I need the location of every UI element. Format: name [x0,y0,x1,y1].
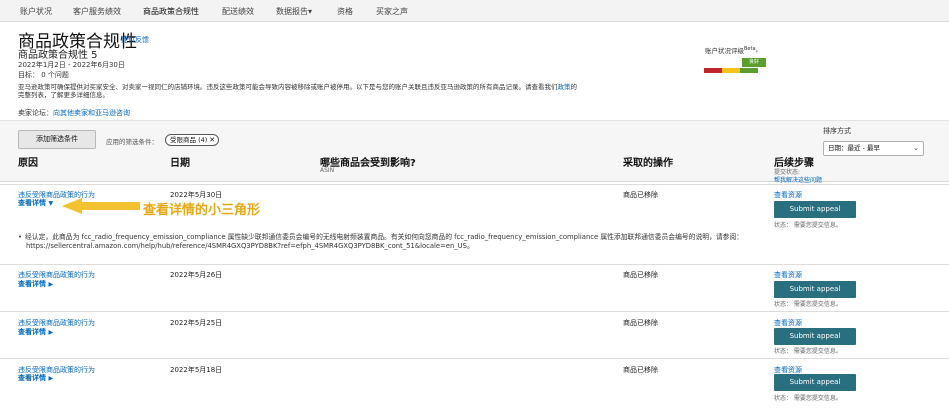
status-text: 状态： 需要您提交信息。 [774,395,842,402]
add-filter-button[interactable]: 添加筛选条件 [18,130,96,149]
date-range: 2022年1月2日 - 2022年6月30日 [18,61,125,69]
applied-filters-label: 应用的筛选条件： [106,138,158,146]
annotation-text: 查看详情的小三角形 [143,203,261,218]
row-action: 商品已移除 [623,319,658,327]
forum-row: 卖家论坛：向其他卖家和亚马逊咨询 [18,109,130,117]
sort-label: 排序方式 [823,127,851,135]
close-icon[interactable]: ✕ [209,136,215,144]
row-divider [0,184,949,185]
column-header-date[interactable]: 日期 [170,154,190,169]
row-action: 商品已移除 [623,191,658,199]
filter-chip[interactable]: 受限商品 (4) ✕ [165,134,220,146]
account-health-label[interactable]: 账户状况评级Beta› [705,45,758,55]
nav-item-voice-of-customer[interactable]: 买家之声 [376,6,408,17]
help-fix-link[interactable]: 帮我解决这些问题 [774,175,822,184]
view-details-toggle[interactable]: 查看详情 ▶ [18,327,53,337]
row-date: 2022年5月25日 [170,319,223,327]
nav-item-eligibility[interactable]: 资格 [337,6,353,17]
target-text: 目标： 0 个问题 [18,71,69,79]
reference-url[interactable]: https://sellercentral.amazon.com/help/hu… [26,242,474,250]
view-details-toggle[interactable]: 查看详情 ▶ [18,279,53,289]
forum-link[interactable]: 向其他卖家和亚马逊咨询 [53,109,130,117]
row-action: 商品已移除 [623,366,658,374]
submit-appeal-button[interactable]: Submit appeal [774,201,856,218]
filter-band [0,120,949,182]
health-bar-yellow [722,68,740,73]
status-text: 状态： 需要您提交信息。 [774,301,842,308]
nav-item-data-reports[interactable]: 数据报告▾ [276,6,312,17]
chevron-down-icon: ⌄ [913,144,919,152]
top-nav: 账户状况 客户服务绩效 商品政策合规性 配送绩效 数据报告▾ 资格 买家之声 [0,0,949,22]
sort-select[interactable]: 日期：最近 - 最早 ⌄ [823,141,924,156]
nav-item-product-policy[interactable]: 商品政策合规性 [143,6,199,17]
policy-description: 亚马逊政策可确保提供对买家安全、对卖家一视同仁的店铺环境。违反这些政策可能会导致… [18,83,577,99]
column-header-reason: 原因 [18,158,38,169]
page-subtitle: 商品政策合规性 5 [18,50,98,61]
triangle-right-icon: ▶ [48,375,54,382]
triangle-right-icon: ▶ [48,329,54,336]
view-resources-link[interactable]: 查看资源 [774,270,802,280]
nav-item-customer-service[interactable]: 客户服务绩效 [73,6,121,17]
feedback-link[interactable]: 提供反馈 [121,35,149,45]
row-action: 商品已移除 [623,271,658,279]
status-text: 状态： 需要您提交信息。 [774,348,842,355]
view-resources-link[interactable]: 查看资源 [774,318,802,328]
view-details-toggle[interactable]: 查看详情 ▼ [18,198,53,208]
status-text: 状态： 需要您提交信息。 [774,222,842,229]
submit-appeal-button[interactable]: Submit appeal [774,328,856,345]
nav-item-shipping[interactable]: 配送绩效 [222,6,254,17]
annotation-arrow-icon [62,198,140,214]
column-header-impact: 哪些商品会受到影响? [320,158,416,169]
nav-item-account-health[interactable]: 账户状况 [20,6,52,17]
triangle-right-icon: ▶ [48,281,54,288]
health-bar-red [704,68,722,73]
view-details-toggle[interactable]: 查看详情 ▶ [18,373,53,383]
details-panel: • 经认定，此商品为 fcc_radio_frequency_emission_c… [18,233,744,250]
column-header-action: 采取的操作 [623,158,673,169]
health-bar-green [740,68,758,73]
row-divider [0,264,949,265]
row-date: 2022年5月26日 [170,271,223,279]
row-divider [0,358,949,359]
row-divider [0,311,949,312]
row-date: 2022年5月18日 [170,366,223,374]
triangle-down-icon: ▼ [48,200,54,207]
submit-appeal-button[interactable]: Submit appeal [774,374,856,391]
policy-link[interactable]: 政策 [558,83,571,91]
health-badge: 良好 [742,58,766,67]
submit-appeal-button[interactable]: Submit appeal [774,281,856,298]
column-subheader-asin: ASIN [320,167,335,174]
view-resources-link[interactable]: 查看资源 [774,190,802,200]
